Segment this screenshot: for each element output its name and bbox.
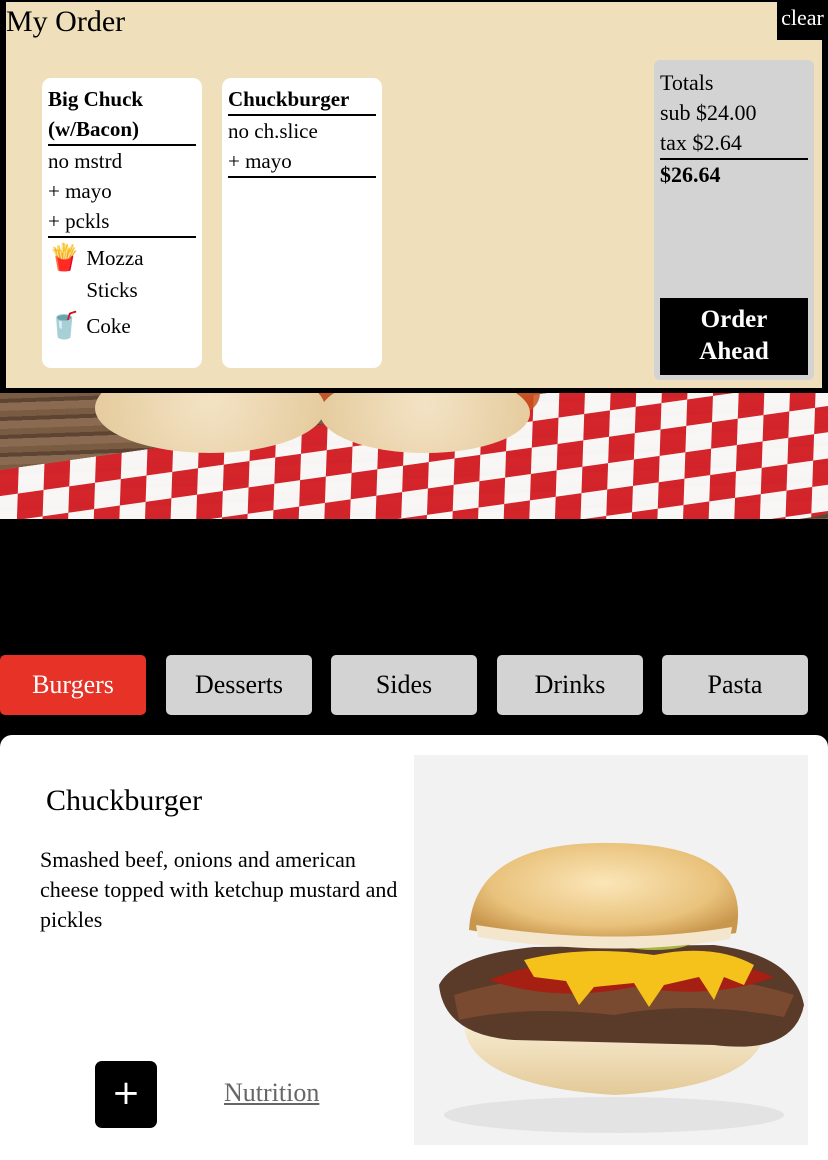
ticket-item-name: Chuckburger — [228, 84, 376, 116]
item-description: Smashed beef, onions and american cheese… — [40, 847, 398, 932]
order-panel: My Order Big Chuck (w/Bacon) no mstrd + … — [0, 0, 828, 393]
order-title: My Order — [6, 5, 126, 38]
order-ahead-label: Ahead — [699, 338, 769, 365]
ticket-mods: no ch.slice + mayo — [228, 116, 376, 178]
tab-drinks[interactable]: Drinks — [497, 655, 643, 715]
fries-icon: 🍟 — [48, 243, 81, 273]
ticket-mod: no ch.slice — [228, 119, 318, 143]
tab-burgers[interactable]: Burgers — [0, 655, 146, 715]
tab-desserts[interactable]: Desserts — [166, 655, 312, 715]
hero-image — [0, 393, 828, 519]
ticket-mod: no mstrd — [48, 149, 123, 173]
ticket-mods: no mstrd + mayo + pckls — [48, 146, 196, 238]
grand-total-text: $26.64 — [660, 162, 721, 187]
ticket-item-name: Big Chuck (w/Bacon) — [48, 84, 196, 146]
order-ticket[interactable]: Chuckburger no ch.slice + mayo — [222, 78, 382, 368]
tax-text: tax $2.64 — [660, 128, 808, 160]
item-title: Chuckburger — [46, 784, 203, 817]
tab-sides[interactable]: Sides — [331, 655, 477, 715]
soda-cup-icon: 🥤 — [48, 311, 81, 341]
nutrition-link[interactable]: Nutrition — [224, 1077, 319, 1109]
add-to-order-button[interactable]: + — [95, 1061, 157, 1128]
subtotal-text: sub $24.00 — [660, 100, 757, 125]
addon-label: Coke — [86, 314, 131, 338]
order-ahead-button[interactable]: Order Ahead — [660, 298, 808, 375]
burger-illustration — [414, 755, 808, 1145]
ticket-addon: 🥤 Coke — [48, 310, 196, 342]
burger-photo — [414, 755, 808, 1145]
order-ticket[interactable]: Big Chuck (w/Bacon) no mstrd + mayo + pc… — [42, 78, 202, 368]
ticket-mod: + mayo — [48, 179, 112, 203]
menu-item-card: Chuckburger Smashed beef, onions and ame… — [0, 735, 828, 1160]
order-ahead-label: Order — [700, 306, 768, 333]
ticket-mod: + mayo — [228, 149, 292, 173]
ticket-addon: 🍟 Mozza Sticks — [48, 242, 196, 306]
ticket-mod: + pckls — [48, 209, 110, 233]
clear-order-button[interactable]: clear — [777, 0, 828, 40]
tab-pasta[interactable]: Pasta — [662, 655, 808, 715]
addon-label: Mozza Sticks — [86, 246, 144, 302]
totals-heading: Totals — [660, 70, 714, 95]
